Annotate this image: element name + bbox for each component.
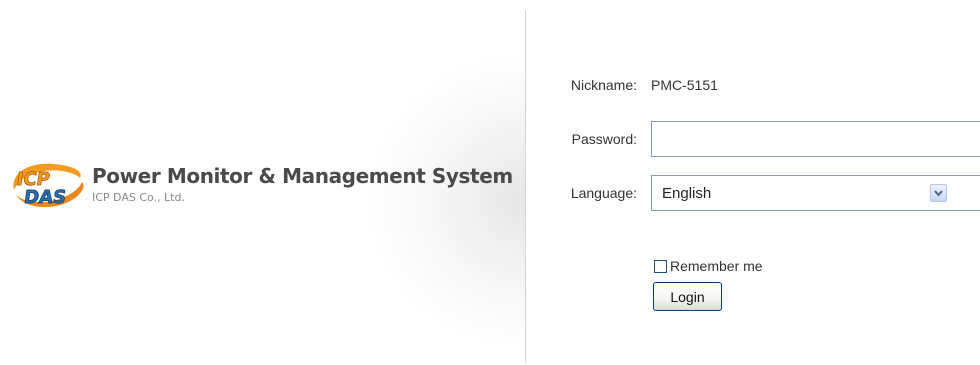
nickname-value: PMC-5151: [651, 77, 718, 93]
icpdas-logo: ICP DAS: [13, 163, 84, 208]
password-field[interactable]: [651, 121, 980, 157]
remember-me-label[interactable]: Remember me: [670, 258, 763, 274]
brand-text: Power Monitor & Management System ICP DA…: [92, 164, 513, 206]
language-selected-value: English: [662, 185, 712, 202]
password-label: Password:: [571, 131, 637, 147]
svg-text:DAS: DAS: [23, 187, 68, 208]
branding: ICP DAS Power Monitor & Management Syste…: [8, 154, 513, 214]
login-button[interactable]: Login: [653, 282, 722, 311]
nickname-label: Nickname:: [570, 77, 637, 93]
remember-me-checkbox[interactable]: [654, 259, 667, 273]
company-name: ICP DAS Co., Ltd.: [92, 191, 185, 204]
chevron-down-icon: [934, 190, 943, 197]
app-title: Power Monitor & Management System: [92, 164, 513, 188]
language-select[interactable]: English: [651, 175, 980, 211]
login-page: ICP DAS Power Monitor & Management Syste…: [0, 0, 980, 365]
language-label: Language:: [570, 185, 637, 201]
dropdown-button[interactable]: [930, 184, 947, 202]
remember-me[interactable]: Remember me: [654, 258, 763, 274]
vertical-divider: [525, 10, 526, 363]
